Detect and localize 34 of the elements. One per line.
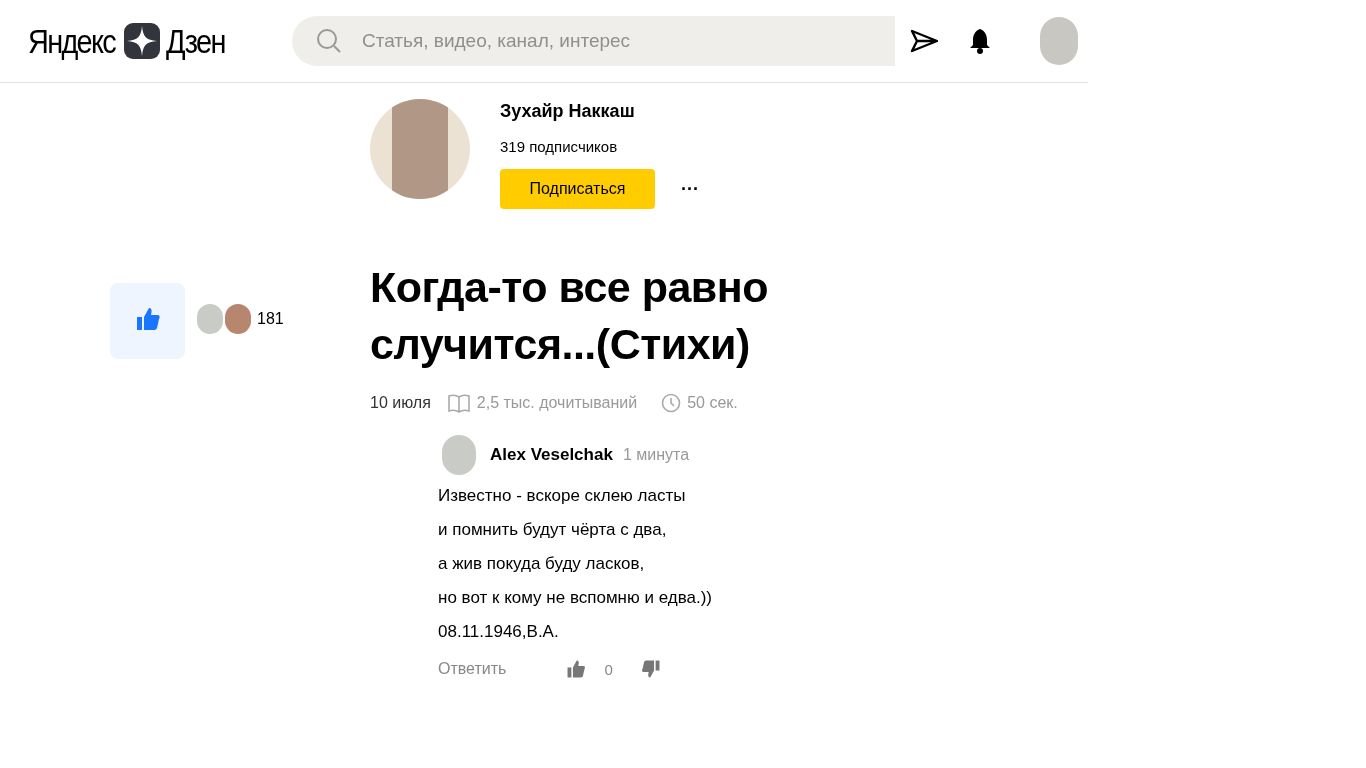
- sparkle-logo-icon: [124, 23, 161, 59]
- thumbs-down-icon[interactable]: [640, 659, 661, 679]
- read-count: 2,5 тыс. дочитываний: [476, 394, 638, 412]
- bell-icon[interactable]: [968, 28, 992, 54]
- like-count: 181: [257, 310, 284, 328]
- comment-line: Известно - вскоре склею ласты: [438, 485, 686, 507]
- search-field[interactable]: Статья, видео, канал, интерес: [292, 16, 895, 66]
- more-button[interactable]: ···: [681, 178, 699, 200]
- subscribe-button[interactable]: Подписаться: [500, 169, 655, 209]
- thumbs-up-icon: [134, 306, 161, 332]
- reply-link[interactable]: Ответить: [438, 660, 507, 678]
- paper-plane-icon[interactable]: [910, 29, 938, 53]
- comment-line: а жив покуда буду ласков,: [438, 553, 645, 575]
- channel-name[interactable]: Зухайр Наккаш: [500, 101, 635, 122]
- user-avatar: [225, 304, 251, 334]
- comment-line: и помнить будут чёрта с два,: [438, 519, 667, 541]
- comment-author[interactable]: Alex Veselchak: [490, 445, 613, 465]
- read-time: 50 сек.: [687, 394, 738, 412]
- book-icon: [446, 393, 471, 413]
- article-title: Когда-то все равно случится...(Стихи): [370, 262, 769, 370]
- comment-line: 08.11.1946,В.А.: [438, 621, 559, 643]
- logo-text: Яндекс: [28, 21, 115, 61]
- comment-line: но вот к кому не вспомню и едва.)): [438, 587, 713, 609]
- subscriber-count: 319 подписчиков: [500, 138, 618, 155]
- thumbs-up-icon[interactable]: [566, 659, 587, 679]
- publish-date: 10 июля: [370, 394, 431, 412]
- logo-text: Дзен: [166, 21, 226, 61]
- clock-icon: [661, 393, 682, 413]
- comment-time: 1 минута: [622, 446, 690, 464]
- user-avatar: [197, 304, 223, 334]
- comment-like-count: 0: [604, 660, 613, 678]
- search-icon: [316, 28, 342, 54]
- user-avatar: [442, 435, 476, 475]
- like-button[interactable]: [110, 283, 185, 359]
